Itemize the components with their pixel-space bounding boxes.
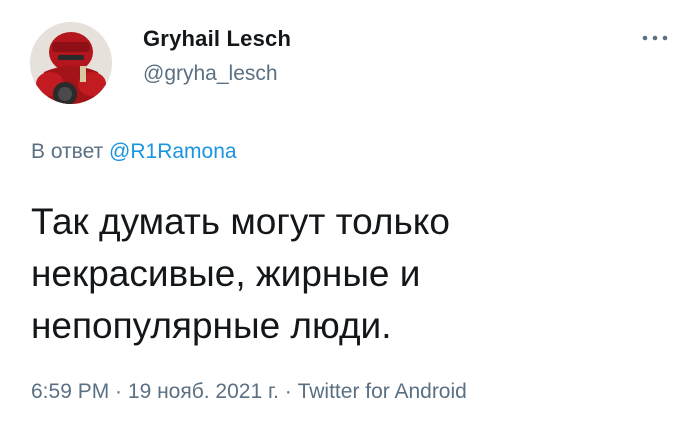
armored-helmet-avatar-icon [30, 22, 112, 104]
author-display-name[interactable]: Gryhail Lesch [143, 26, 291, 52]
three-dots-icon[interactable] [640, 28, 670, 48]
author-handle[interactable]: @gryha_lesch [143, 62, 278, 86]
avatar[interactable] [30, 22, 112, 104]
tweet-time[interactable]: 6:59 PM [31, 380, 109, 403]
tweet-metadata: 6:59 PM · 19 нояб. 2021 г. · Twitter for… [31, 380, 467, 404]
reply-mention-link[interactable]: @R1Ramona [109, 140, 237, 163]
tweet-text-line: некрасивые, жирные и [31, 253, 421, 294]
tweet-text: Так думать могут только некрасивые, жирн… [31, 196, 671, 352]
tweet-source-link[interactable]: Twitter for Android [298, 380, 467, 403]
meta-separator: · [278, 380, 298, 403]
tweet-text-line: Так думать могут только [31, 201, 450, 242]
tweet-date[interactable]: 19 нояб. 2021 г. [128, 380, 279, 403]
meta-separator: · [109, 380, 128, 403]
tweet-card: Gryhail Lesch @gryha_lesch В ответ @R1Ra… [0, 0, 700, 432]
reply-context: В ответ @R1Ramona [31, 140, 237, 164]
reply-prefix: В ответ [31, 140, 104, 163]
tweet-text-line: непопулярные люди. [31, 305, 392, 346]
